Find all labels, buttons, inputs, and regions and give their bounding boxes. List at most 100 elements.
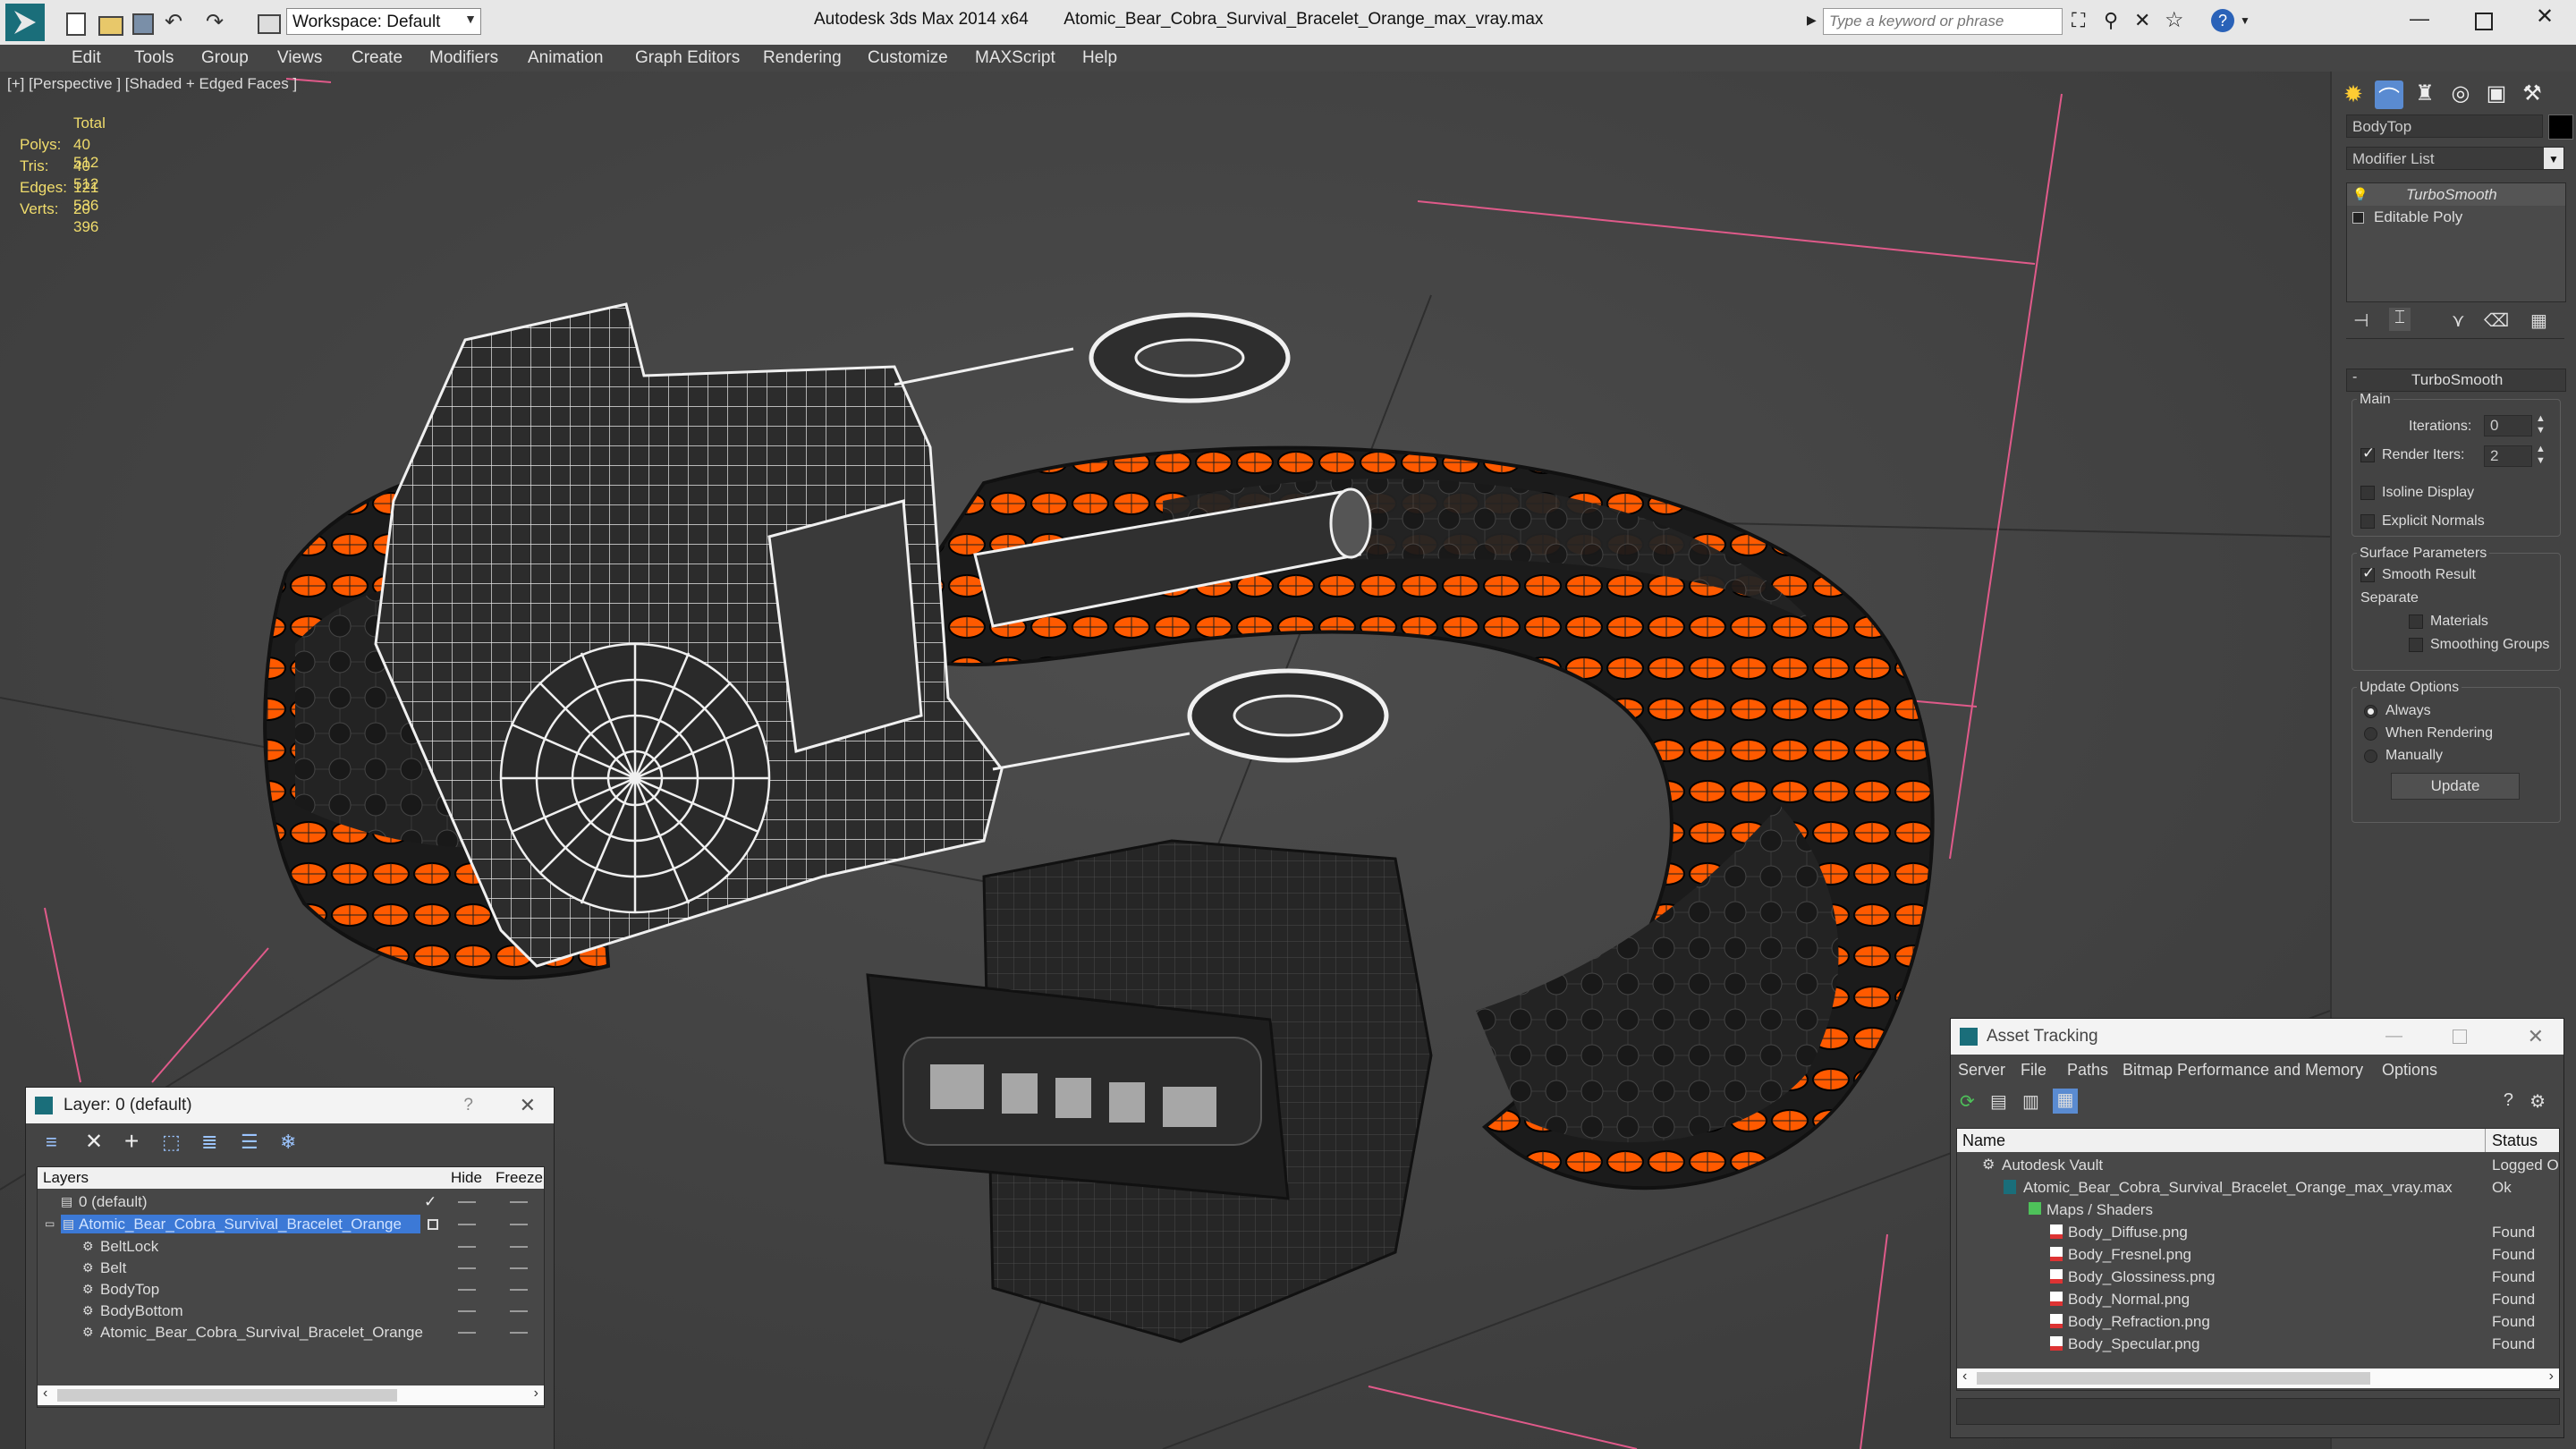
minimize-button[interactable]: —	[2385, 1019, 2402, 1055]
asset-help-icon[interactable]: ?	[2504, 1090, 2513, 1111]
binoculars-icon[interactable]: ⛶	[2072, 9, 2085, 32]
expand-icon[interactable]: ▭	[45, 1213, 55, 1235]
stack-item-editable-poly[interactable]: Editable Poly	[2347, 206, 2565, 228]
close-window-button[interactable]: ✕	[2531, 4, 2558, 34]
explicit-normals-checkbox[interactable]	[2360, 514, 2375, 529]
delete-layer-icon[interactable]: ✕	[85, 1129, 103, 1155]
asset-horizontal-scrollbar[interactable]: ‹ ›	[1957, 1368, 2559, 1388]
current-layer-box-icon[interactable]	[428, 1219, 438, 1230]
layer-object-row[interactable]: ⚙ Atomic_Bear_Cobra_Survival_Bracelet_Or…	[38, 1321, 544, 1343]
menu-group[interactable]: Group	[201, 45, 249, 72]
asset-row[interactable]: Body_Specular.png Found	[1957, 1333, 2559, 1355]
menu-help[interactable]: Help	[1082, 45, 1117, 72]
project-folder-icon[interactable]	[258, 14, 281, 34]
maximize-button[interactable]	[2453, 1030, 2467, 1044]
asset-row[interactable]: Body_Glossiness.png Found	[1957, 1266, 2559, 1288]
freeze-toggle[interactable]	[510, 1267, 528, 1269]
hide-toggle[interactable]	[458, 1224, 476, 1225]
layer-object-row[interactable]: ⚙ BodyBottom	[38, 1300, 544, 1322]
save-file-icon[interactable]	[132, 13, 154, 35]
asset-row[interactable]: Body_Diffuse.png Found	[1957, 1221, 2559, 1243]
add-to-layer-icon[interactable]: +	[124, 1127, 139, 1156]
help-dropdown-icon[interactable]: ▼	[2240, 14, 2250, 27]
list-view-icon[interactable]: ▤	[1990, 1090, 2007, 1113]
iterations-spinner[interactable]: 0	[2484, 415, 2532, 436]
asset-row[interactable]: ⚙ Autodesk Vault Logged O	[1957, 1154, 2559, 1176]
layer-row-selected[interactable]: ▭ ▤ Atomic_Bear_Cobra_Survival_Bracelet_…	[38, 1213, 544, 1235]
display-tab-icon[interactable]: ▣	[2482, 80, 2511, 109]
viewport-label[interactable]: [+] [Perspective ] [Shaded + Edged Faces…	[7, 75, 297, 93]
layer-row[interactable]: ▤ 0 (default) ✓	[38, 1191, 544, 1213]
col-status[interactable]: Status	[2492, 1129, 2538, 1152]
col-freeze[interactable]: Freeze	[496, 1167, 543, 1189]
undo-icon[interactable]: ↶	[165, 9, 182, 35]
asset-row[interactable]: Maps / Shaders	[1957, 1199, 2559, 1221]
asset-row[interactable]: Atomic_Bear_Cobra_Survival_Bracelet_Oran…	[1957, 1176, 2559, 1199]
asset-menu-server[interactable]: Server	[1958, 1056, 2005, 1083]
configure-sets-icon[interactable]: ▦	[2530, 309, 2547, 332]
asset-menu-options[interactable]: Options	[2382, 1056, 2437, 1083]
help-icon[interactable]: ?	[2211, 9, 2234, 32]
search-input[interactable]	[1823, 8, 2063, 35]
asset-row[interactable]: Body_Fresnel.png Found	[1957, 1243, 2559, 1266]
pin-stack-icon[interactable]: ⊣	[2353, 309, 2368, 332]
hide-toggle[interactable]	[458, 1201, 476, 1203]
refresh-icon[interactable]: ⟳	[1960, 1090, 1975, 1113]
scroll-left-icon[interactable]: ‹	[1962, 1368, 1967, 1385]
object-name-field[interactable]: BodyTop	[2346, 114, 2543, 138]
col-layers[interactable]: Layers	[43, 1167, 89, 1189]
update-button[interactable]: Update	[2391, 773, 2520, 800]
layer-help-icon[interactable]: ?	[463, 1088, 473, 1123]
menu-modifiers[interactable]: Modifiers	[429, 45, 498, 72]
favorites-star-icon[interactable]: ☆	[2165, 7, 2184, 33]
always-radio[interactable]	[2364, 705, 2377, 718]
render-iters-checkbox[interactable]	[2360, 445, 2375, 462]
minimize-button[interactable]: —	[2406, 7, 2433, 34]
menu-views[interactable]: Views	[277, 45, 322, 72]
app-logo-icon[interactable]	[5, 4, 45, 41]
maximize-button[interactable]	[2469, 7, 2496, 34]
modify-tab-icon[interactable]: ⌒	[2375, 80, 2403, 111]
col-hide[interactable]: Hide	[451, 1167, 482, 1189]
motion-tab-icon[interactable]: ◎	[2446, 80, 2475, 109]
layer-dialog-titlebar[interactable]: Layer: 0 (default) ? ✕	[26, 1088, 554, 1123]
freeze-toggle[interactable]	[510, 1201, 528, 1203]
scroll-left-icon[interactable]: ‹	[43, 1385, 47, 1402]
stack-item-turbosmooth[interactable]: 💡 TurboSmooth	[2347, 183, 2565, 206]
modifier-list-dropdown[interactable]: Modifier List ▼	[2346, 147, 2564, 170]
redo-icon[interactable]: ↷	[206, 9, 224, 35]
close-dialog-button[interactable]: ✕	[2528, 1019, 2544, 1055]
expand-plus-icon[interactable]	[2352, 212, 2364, 224]
make-unique-icon[interactable]: ⋎	[2452, 309, 2465, 332]
materials-checkbox[interactable]	[2409, 614, 2423, 629]
asset-settings-icon[interactable]: ⚙	[2529, 1090, 2546, 1113]
smooth-result-checkbox[interactable]	[2360, 564, 2375, 582]
menu-create[interactable]: Create	[352, 45, 402, 72]
freeze-toggle[interactable]	[510, 1310, 528, 1312]
render-iters-spinner[interactable]: 2	[2484, 445, 2532, 467]
asset-menu-file[interactable]: File	[2021, 1056, 2046, 1083]
workspace-dropdown[interactable]: Workspace: Default ▼	[286, 8, 481, 35]
hide-toggle[interactable]	[458, 1267, 476, 1269]
menu-graph-editors[interactable]: Graph Editors	[635, 45, 740, 72]
hierarchy-tab-icon[interactable]: ♜	[2411, 80, 2439, 109]
menu-animation[interactable]: Animation	[528, 45, 604, 72]
thumbnail-view-icon[interactable]: ▥	[2022, 1090, 2039, 1113]
scroll-thumb[interactable]	[1977, 1372, 2370, 1385]
when-rendering-radio[interactable]	[2364, 727, 2377, 741]
spinner-arrows-icon[interactable]: ▲ ▼	[2536, 413, 2546, 436]
scroll-right-icon[interactable]: ›	[534, 1385, 538, 1402]
asset-tracking-titlebar[interactable]: Asset Tracking — ✕	[1951, 1019, 2563, 1055]
scroll-thumb[interactable]	[57, 1389, 397, 1402]
hide-toggle[interactable]	[458, 1332, 476, 1334]
show-end-result-icon[interactable]: ⌶	[2389, 308, 2411, 331]
col-name[interactable]: Name	[1962, 1129, 2005, 1152]
freeze-all-icon[interactable]: ❄	[280, 1131, 296, 1154]
table-view-icon[interactable]: ▦	[2053, 1089, 2078, 1114]
spinner-arrows-icon[interactable]: ▲ ▼	[2536, 444, 2546, 467]
subscription-icon[interactable]: ⚲	[2104, 9, 2118, 32]
layer-object-row[interactable]: ⚙ BeltLock	[38, 1235, 544, 1258]
freeze-toggle[interactable]	[510, 1224, 528, 1225]
asset-menu-paths[interactable]: Paths	[2067, 1056, 2108, 1083]
open-file-icon[interactable]	[98, 16, 123, 36]
